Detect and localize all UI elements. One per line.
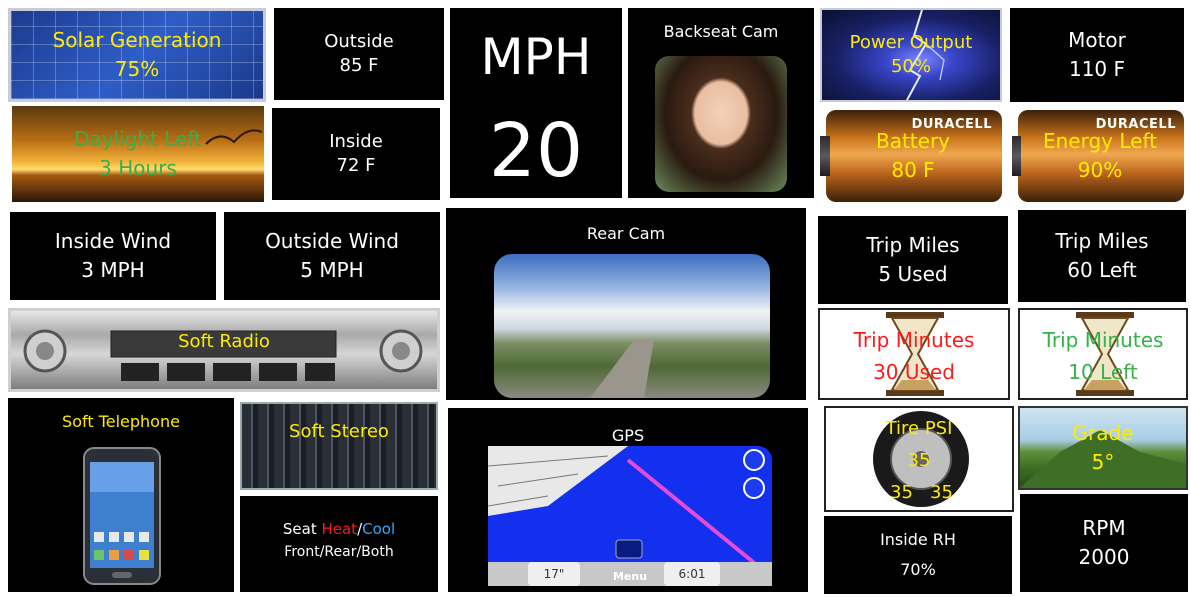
hourglass-icon bbox=[886, 312, 944, 396]
tire-psi-tile[interactable]: Tire PSI 35 35 35 bbox=[824, 406, 1014, 512]
gps-menu-button[interactable]: Menu bbox=[588, 570, 672, 583]
seat-heat-label[interactable]: Heat bbox=[321, 520, 357, 538]
trip-minutes-used-value: 30 Used bbox=[873, 360, 955, 384]
trip-miles-used-label: Trip Miles bbox=[866, 233, 960, 257]
hourglass-icon bbox=[1076, 312, 1134, 396]
trip-minutes-left-value: 10 Left bbox=[1068, 360, 1138, 384]
trip-miles-used-tile[interactable]: Trip Miles 5 Used bbox=[818, 216, 1008, 304]
energy-left-value: 90% bbox=[1077, 158, 1123, 182]
trip-minutes-left-label: Trip Minutes bbox=[1042, 328, 1164, 352]
gps-map[interactable]: 17" Menu 6:01 bbox=[488, 446, 772, 586]
inside-temp-label: Inside bbox=[329, 130, 383, 152]
inside-rh-value: 70% bbox=[900, 560, 936, 579]
power-output-label: Power Output bbox=[849, 31, 973, 53]
speed-value: 20 bbox=[488, 108, 584, 194]
solar-generation-label: Solar Generation bbox=[52, 28, 222, 52]
tire-psi-rear-left: 35 bbox=[890, 482, 913, 503]
outside-temp-tile[interactable]: Outside 85 F bbox=[274, 8, 444, 100]
energy-left-label: Energy Left bbox=[1042, 129, 1157, 153]
power-output-tile[interactable]: Power Output 50% bbox=[820, 8, 1002, 102]
seat-label: Seat bbox=[282, 520, 322, 538]
backseat-camera-feed[interactable] bbox=[655, 56, 787, 192]
soft-radio-label: Soft Radio bbox=[178, 330, 270, 352]
seat-mode-label: Seat Heat/Cool bbox=[240, 520, 438, 538]
battery-temp-tile[interactable]: DURACELL Battery 80 F bbox=[818, 106, 1008, 206]
trip-minutes-used-label: Trip Minutes bbox=[853, 328, 975, 352]
rear-cam-label: Rear Cam bbox=[586, 224, 666, 243]
trip-miles-left-label: Trip Miles bbox=[1055, 229, 1149, 253]
inside-temp-value: 72 F bbox=[336, 155, 376, 176]
tire-psi-front: 35 bbox=[907, 450, 931, 471]
outside-wind-tile[interactable]: Outside Wind 5 MPH bbox=[224, 212, 440, 300]
rear-camera-feed[interactable] bbox=[494, 254, 770, 398]
trip-minutes-used-tile[interactable]: Trip Minutes 30 Used bbox=[818, 308, 1010, 400]
battery-cap-image bbox=[820, 136, 830, 176]
daylight-left-label: Daylight Left bbox=[74, 127, 202, 151]
backseat-cam-label: Backseat Cam bbox=[663, 22, 779, 41]
inside-wind-tile[interactable]: Inside Wind 3 MPH bbox=[10, 212, 216, 300]
energy-left-tile[interactable]: DURACELL Energy Left 90% bbox=[1012, 106, 1188, 206]
battery-temp-value: 80 F bbox=[891, 158, 935, 182]
seat-position-options[interactable]: Front/Rear/Both bbox=[240, 544, 438, 560]
trip-miles-left-value: 60 Left bbox=[1067, 258, 1137, 282]
soft-radio-tile[interactable]: Soft Radio bbox=[8, 308, 440, 392]
phone-image[interactable] bbox=[82, 446, 162, 586]
energy-cap-image bbox=[1012, 136, 1021, 176]
seat-heat-cool-tile[interactable]: Seat Heat/Cool Front/Rear/Both bbox=[240, 496, 438, 592]
map-roads bbox=[488, 446, 772, 586]
grade-value: 5° bbox=[1091, 450, 1115, 474]
motor-temp-value: 110 F bbox=[1068, 57, 1126, 81]
rpm-tile[interactable]: RPM 2000 bbox=[1020, 494, 1188, 592]
soft-telephone-label: Soft Telephone bbox=[62, 412, 180, 431]
motor-temp-label: Motor bbox=[1068, 28, 1126, 52]
bird-icon bbox=[205, 129, 263, 145]
gps-label: GPS bbox=[611, 426, 645, 445]
speed-unit-label: MPH bbox=[480, 28, 592, 86]
battery-temp-label: Battery bbox=[875, 129, 951, 153]
trip-miles-left-tile[interactable]: Trip Miles 60 Left bbox=[1018, 210, 1186, 302]
inside-temp-tile[interactable]: Inside 72 F bbox=[272, 108, 440, 200]
grade-label: Grade bbox=[1072, 421, 1134, 445]
gps-tile[interactable]: GPS 17" Menu 6:01 bbox=[448, 408, 808, 592]
gps-speed-readout: 17" bbox=[543, 567, 565, 581]
daylight-left-tile[interactable]: Daylight Left 3 Hours bbox=[12, 106, 264, 202]
daylight-left-value: 3 Hours bbox=[99, 156, 177, 180]
gps-time-readout: 6:01 bbox=[678, 567, 706, 581]
inside-rh-tile[interactable]: Inside RH 70% bbox=[824, 516, 1012, 594]
solar-generation-tile[interactable]: Solar Generation 75% bbox=[8, 8, 266, 102]
tire-psi-label: Tire PSI bbox=[885, 418, 953, 439]
outside-wind-label: Outside Wind bbox=[265, 229, 399, 253]
outside-temp-label: Outside bbox=[324, 30, 394, 52]
tire-psi-rear-right: 35 bbox=[930, 482, 953, 503]
soft-telephone-tile[interactable]: Soft Telephone bbox=[8, 398, 234, 592]
outside-temp-value: 85 F bbox=[339, 55, 379, 76]
backseat-cam-tile[interactable]: Backseat Cam bbox=[628, 8, 814, 198]
motor-temp-tile[interactable]: Motor 110 F bbox=[1010, 8, 1184, 102]
road-image bbox=[590, 340, 654, 398]
trip-miles-used-value: 5 Used bbox=[878, 262, 948, 286]
solar-generation-value: 75% bbox=[114, 57, 160, 81]
rpm-value: 2000 bbox=[1078, 545, 1130, 569]
rpm-label: RPM bbox=[1082, 516, 1126, 540]
soft-stereo-tile[interactable]: Soft Stereo bbox=[240, 402, 438, 490]
soft-stereo-label: Soft Stereo bbox=[289, 420, 389, 442]
inside-rh-label: Inside RH bbox=[880, 530, 956, 549]
grade-tile[interactable]: Grade 5° bbox=[1018, 406, 1188, 490]
outside-wind-value: 5 MPH bbox=[300, 258, 364, 282]
inside-wind-label: Inside Wind bbox=[54, 229, 172, 253]
power-output-value: 50% bbox=[890, 56, 931, 77]
trip-minutes-left-tile[interactable]: Trip Minutes 10 Left bbox=[1018, 308, 1188, 400]
inside-wind-value: 3 MPH bbox=[81, 258, 145, 282]
rear-cam-tile[interactable]: Rear Cam bbox=[446, 208, 806, 400]
seat-cool-label[interactable]: Cool bbox=[362, 520, 395, 538]
speed-tile[interactable]: MPH 20 bbox=[450, 8, 622, 198]
